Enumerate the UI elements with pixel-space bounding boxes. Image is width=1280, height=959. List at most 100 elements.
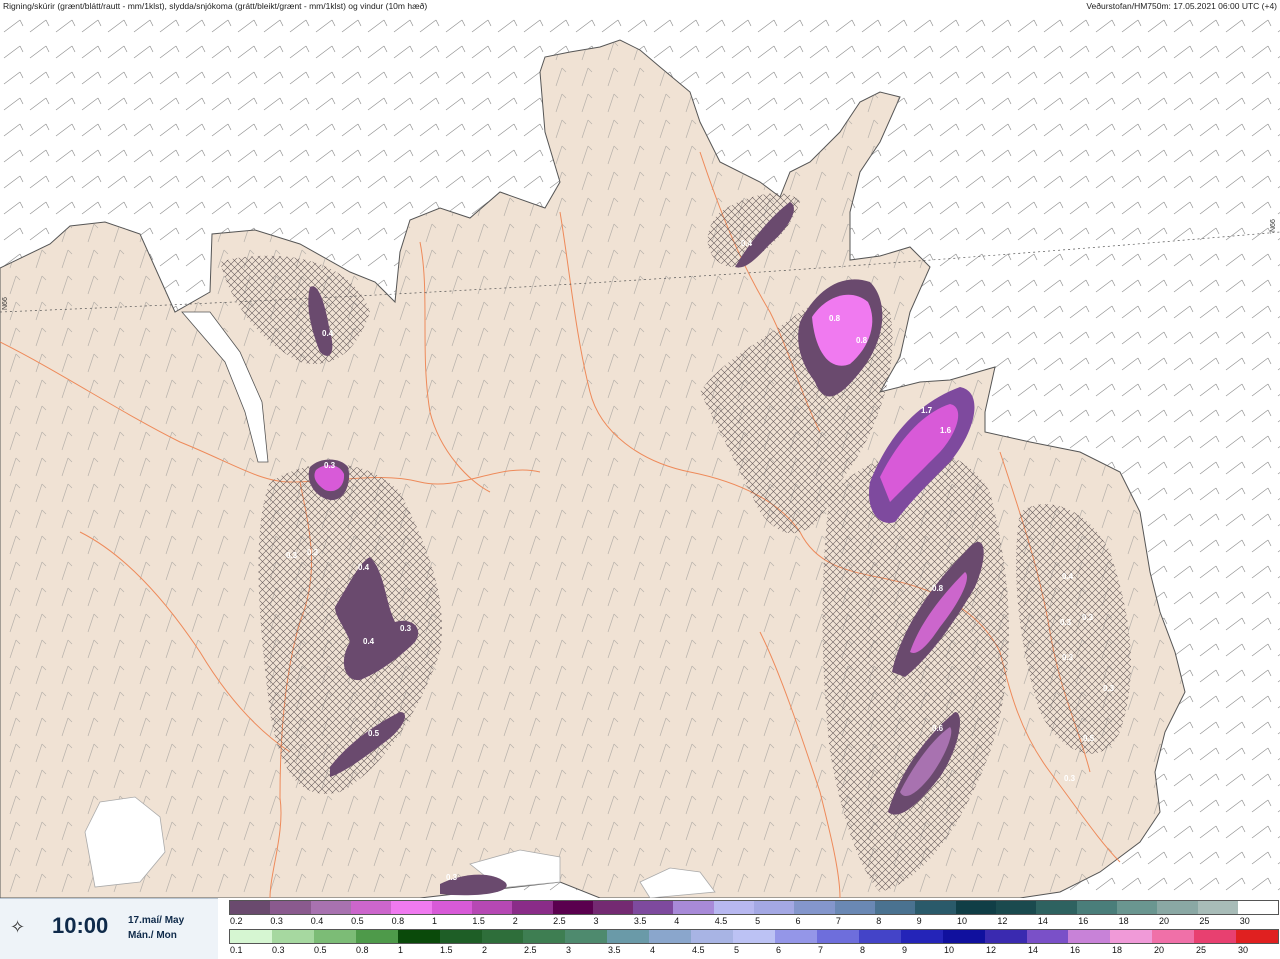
legend-swatch	[733, 930, 775, 943]
legend-label: 3.5	[608, 945, 621, 955]
legend-swatch	[816, 930, 859, 943]
legend-label: 10	[944, 945, 955, 955]
precip-label: 0.4	[363, 637, 375, 646]
legend-swatch	[230, 901, 271, 914]
legend-label: 9	[902, 945, 908, 955]
legend-swatch	[431, 901, 472, 914]
legend-label: 25	[1199, 916, 1210, 926]
precip-label: 0.4	[741, 239, 753, 248]
snow-color-legend	[229, 900, 1279, 915]
legend-label: 7	[818, 945, 824, 955]
legend-label: 4	[650, 945, 656, 955]
legend-label: 4	[674, 916, 680, 926]
legend-label: 1.5	[440, 945, 453, 955]
legend-swatch	[565, 930, 608, 943]
legend-label: 12	[986, 945, 997, 955]
legend-label: 1	[398, 945, 404, 955]
legend-swatch	[313, 930, 356, 943]
legend-label: 18	[1118, 916, 1129, 926]
legend-swatch	[355, 930, 398, 943]
legend-label: 16	[1078, 916, 1089, 926]
precip-label: 1.6	[940, 426, 952, 435]
legend-swatch	[230, 930, 272, 943]
legend-swatch	[834, 901, 875, 914]
legend-label: 20	[1158, 916, 1169, 926]
legend-swatch	[875, 901, 916, 914]
legend-swatch	[673, 901, 714, 914]
legend-label: 4.5	[692, 945, 705, 955]
latitude-label-right: N66	[1270, 219, 1277, 232]
header-bar: Rigning/skúrir (grænt/blátt/rautt - mm/1…	[0, 0, 1280, 12]
model-run-label: Veðurstofan/HM750m: 17.05.2021 06:00 UTC…	[1086, 1, 1277, 11]
legend-swatch	[1068, 930, 1111, 943]
legend-label: 0.8	[391, 916, 405, 926]
valid-weekday: Mán./ Mon	[128, 930, 177, 941]
legend-swatch	[691, 930, 734, 943]
legend-label: 3	[593, 916, 599, 926]
legend-label: 18	[1112, 945, 1123, 955]
legend-label: 6	[776, 945, 782, 955]
sun-cloud-icon: ✧	[10, 917, 26, 937]
legend-label: 2.5	[553, 916, 566, 926]
legend-label: 30	[1239, 916, 1250, 926]
legend-label: 30	[1238, 945, 1249, 955]
legend-label: 2	[512, 916, 518, 926]
legend-label: 5	[734, 945, 740, 955]
legend-swatch	[1237, 901, 1279, 914]
snow-legend-labels: 0.2 0.3 0.4 0.5 0.8 1 1.5 2 2.5 3 3.5 4 4.5 5 6 7 8 9 10 12…	[229, 916, 1279, 928]
precip-label: 0.3	[1103, 684, 1115, 693]
legend-swatch	[955, 901, 996, 914]
legend-swatch	[397, 930, 440, 943]
legend-label: 8	[860, 945, 866, 955]
legend-label: 0.3	[270, 916, 283, 926]
precip-label: 0.4	[1062, 572, 1074, 581]
legend-label: 6	[795, 916, 801, 926]
legend-label: 0.8	[356, 945, 369, 955]
legend-label: 0.1	[230, 945, 243, 955]
legend-swatch	[439, 930, 482, 943]
legend-swatch	[512, 901, 553, 914]
legend-swatch	[607, 930, 650, 943]
legend-swatch	[1036, 901, 1077, 914]
legend-swatch	[984, 930, 1027, 943]
legend-label: 1	[431, 916, 437, 926]
legend-swatch	[1236, 930, 1279, 943]
legend-swatch	[1194, 930, 1237, 943]
legend-swatch	[942, 930, 985, 943]
legend-label: 0.2	[230, 916, 243, 926]
precip-label: 0.8	[829, 314, 841, 323]
legend-swatch	[552, 901, 593, 914]
legend-swatch	[391, 901, 432, 914]
legend-swatch	[1076, 901, 1117, 914]
legend-swatch	[794, 901, 835, 914]
legend-label: 12	[997, 916, 1008, 926]
legend-swatch	[1152, 930, 1195, 943]
legend-swatch	[915, 901, 956, 914]
legend-label: 0.5	[351, 916, 364, 926]
precip-label: 0.3	[1062, 653, 1074, 662]
valid-time-panel: ✧ 10:00 17.maí/ May Mán./ Mon	[0, 898, 218, 959]
legend-swatch	[900, 930, 943, 943]
weather-map[interactable]: 0.4 0.8 0.8 0.5 0.4 0.3 1.7 1.6 0.3 0.3 …	[0, 12, 1280, 898]
legend-label: 4.5	[714, 916, 728, 926]
legend-label: 14	[1037, 916, 1048, 926]
legend-swatch	[754, 901, 795, 914]
legend-swatch	[1197, 901, 1238, 914]
legend-label: 16	[1070, 945, 1081, 955]
legend-label: 25	[1196, 945, 1207, 955]
legend-label: 10	[957, 916, 968, 926]
legend-swatch	[592, 901, 634, 914]
legend-swatch	[523, 930, 566, 943]
legend-label: 2.5	[524, 945, 537, 955]
precip-label: 0.4	[358, 563, 370, 572]
legend-label: 5	[755, 916, 761, 926]
legend-label: 0.5	[314, 945, 327, 955]
precip-label: 0.3	[307, 548, 319, 557]
legend-swatch	[481, 930, 524, 943]
precip-label: 0.3	[1064, 774, 1076, 783]
legend-swatch	[471, 901, 513, 914]
legend-swatch	[1110, 930, 1153, 943]
map-caption: Rigning/skúrir (grænt/blátt/rautt - mm/1…	[3, 1, 428, 11]
precip-label: 0.8	[856, 336, 868, 345]
precip-label: 0.3	[324, 461, 336, 470]
